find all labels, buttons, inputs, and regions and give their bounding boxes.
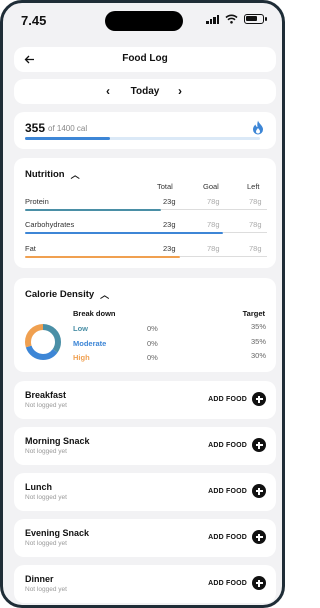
nutrient-remaining-bar [223, 232, 267, 233]
column-goal: Goal [203, 182, 219, 191]
nutrient-remaining-bar [161, 209, 267, 210]
meal-name: Morning Snack [25, 436, 90, 446]
calorie-density-card: Calorie Density ︿ Break down Target Low … [14, 278, 276, 372]
nutrient-total: 23g [163, 197, 176, 206]
header-bar: Food Log [14, 47, 276, 72]
meal-name: Lunch [25, 482, 52, 492]
add-food-label: ADD FOOD [208, 395, 247, 403]
nutrient-total: 23g [163, 220, 176, 229]
density-row-low: Low 0% 35% [73, 322, 266, 336]
wifi-icon [225, 14, 238, 24]
nutrient-progress-bar [25, 232, 223, 234]
date-navigator: ‹ Today › [14, 79, 276, 104]
meal-name: Evening Snack [25, 528, 90, 538]
nutrient-progress-bar [25, 209, 161, 211]
date-label: Today [130, 86, 160, 97]
meal-card-morning-snack: Morning Snack Not logged yet ADD FOOD [14, 427, 276, 465]
density-donut-chart [25, 324, 61, 360]
calorie-progress-track [25, 137, 260, 140]
add-food-label: ADD FOOD [208, 441, 247, 449]
plus-circle-icon [252, 576, 266, 590]
meal-card-breakfast: Breakfast Not logged yet ADD FOOD [14, 381, 276, 419]
add-food-button[interactable]: ADD FOOD [208, 392, 266, 406]
nutrient-name: Fat [25, 244, 36, 253]
density-target: 35% [250, 322, 266, 331]
density-name: Moderate [73, 339, 107, 348]
nutrition-row-protein: Protein 23g 78g 78g [25, 197, 267, 215]
meal-name: Dinner [25, 574, 54, 584]
nutrition-header[interactable]: Nutrition ︿ [25, 168, 80, 181]
density-percent: 0% [147, 339, 158, 348]
meal-card-lunch: Lunch Not logged yet ADD FOOD [14, 473, 276, 511]
meal-card-dinner: Dinner Not logged yet ADD FOOD [14, 565, 276, 603]
plus-circle-icon [252, 438, 266, 452]
calorie-progress-fill [25, 137, 110, 140]
nutrient-left: 78g [249, 220, 262, 229]
chevron-up-icon: ︿ [70, 170, 80, 180]
nutrient-total: 23g [163, 244, 176, 253]
nutrient-goal: 78g [207, 244, 220, 253]
status-icons [206, 14, 267, 24]
meal-status: Not logged yet [25, 494, 67, 501]
status-bar: 7.45 [3, 3, 282, 39]
camera-notch [105, 11, 183, 31]
battery-icon [244, 14, 267, 24]
meal-status: Not logged yet [25, 586, 67, 593]
plus-circle-icon [252, 484, 266, 498]
add-food-button[interactable]: ADD FOOD [208, 484, 266, 498]
density-row-moderate: Moderate 0% 35% [73, 337, 266, 351]
flame-icon [253, 120, 263, 135]
chevron-right-icon: › [178, 84, 182, 98]
calorie-density-title: Calorie Density [25, 289, 95, 300]
add-food-label: ADD FOOD [208, 579, 247, 587]
calorie-summary-card: 355 of 1400 cal [14, 112, 276, 149]
chevron-up-icon: ︿ [100, 290, 110, 300]
add-food-button[interactable]: ADD FOOD [208, 530, 266, 544]
target-heading: Target [242, 309, 265, 318]
nutrient-goal: 78g [207, 197, 220, 206]
nutrient-name: Protein [25, 197, 49, 206]
density-name: Low [73, 324, 88, 333]
add-food-button[interactable]: ADD FOOD [208, 438, 266, 452]
nutrient-left: 78g [249, 197, 262, 206]
nutrition-row-carbohydrates: Carbohydrates 23g 78g 78g [25, 220, 267, 238]
signal-icon [206, 14, 219, 24]
plus-circle-icon [252, 392, 266, 406]
calorie-density-header[interactable]: Calorie Density ︿ [25, 288, 109, 301]
meal-name: Breakfast [25, 390, 67, 400]
density-target: 30% [250, 351, 266, 360]
nutrient-goal: 78g [207, 220, 220, 229]
add-food-label: ADD FOOD [208, 487, 247, 495]
meal-status: Not logged yet [25, 448, 67, 455]
breakdown-heading: Break down [73, 309, 116, 318]
nutrient-progress-bar [25, 256, 180, 258]
phone-frame: 7.45 Food Log ‹ Today › 355 of 1400 cal … [0, 0, 285, 608]
nutrition-title: Nutrition [25, 169, 65, 180]
calories-goal: of 1400 cal [48, 124, 88, 133]
density-percent: 0% [147, 324, 158, 333]
density-row-high: High 0% 30% [73, 351, 266, 365]
calories-consumed: 355 [25, 121, 46, 135]
next-day-button[interactable]: › [178, 84, 182, 98]
meal-status: Not logged yet [25, 402, 67, 409]
add-food-button[interactable]: ADD FOOD [208, 576, 266, 590]
density-name: High [73, 353, 90, 362]
add-food-label: ADD FOOD [208, 533, 247, 541]
nutrient-left: 78g [249, 244, 262, 253]
density-percent: 0% [147, 353, 158, 362]
status-time: 7.45 [21, 13, 47, 28]
density-target: 35% [250, 337, 266, 346]
nutrient-name: Carbohydrates [25, 220, 75, 229]
page-title: Food Log [122, 53, 168, 64]
nutrient-remaining-bar [180, 256, 267, 257]
column-left: Left [247, 182, 260, 191]
meal-card-evening-snack: Evening Snack Not logged yet ADD FOOD [14, 519, 276, 557]
nutrition-row-fat: Fat 23g 78g 78g [25, 244, 267, 262]
plus-circle-icon [252, 530, 266, 544]
column-total: Total [157, 182, 173, 191]
meal-status: Not logged yet [25, 540, 67, 547]
nutrition-card: Nutrition ︿ Total Goal Left Protein 23g … [14, 158, 276, 268]
